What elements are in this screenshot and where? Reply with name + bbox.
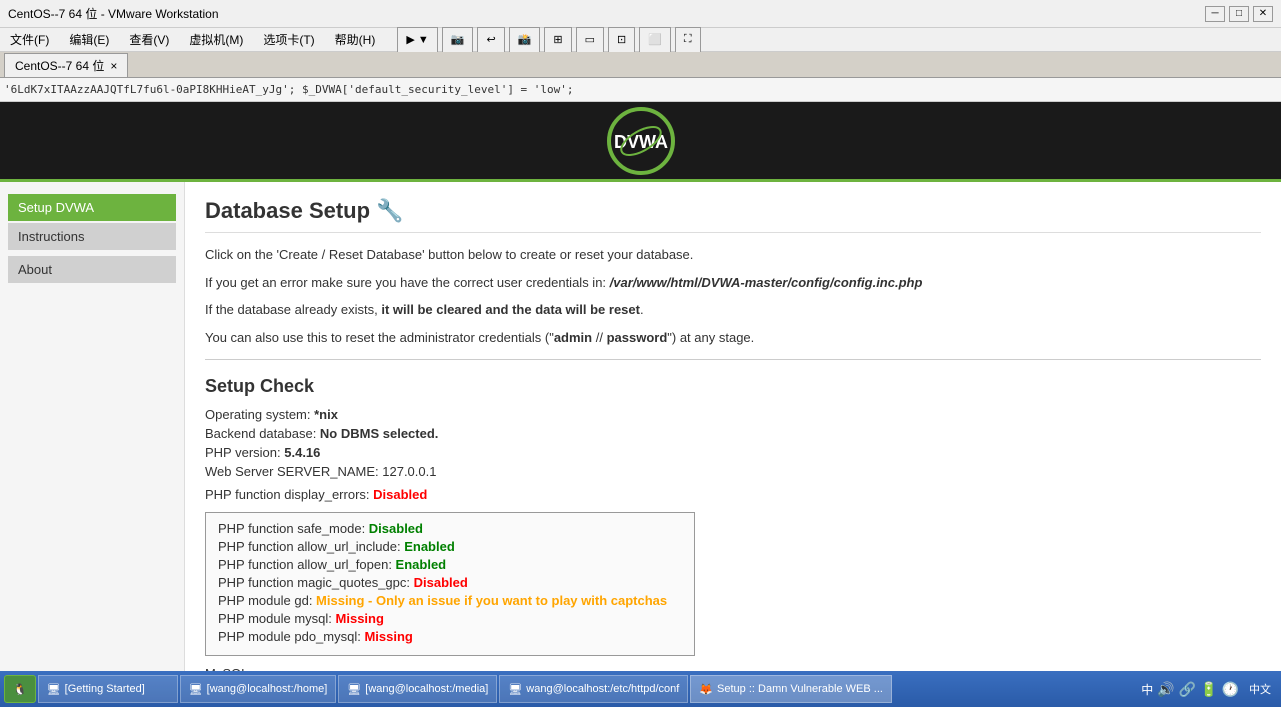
toolbar-view1[interactable]: ⊞ <box>544 27 571 53</box>
address-bar: '6LdK7xITAAzzAAJQTfL7fu6l-0aPI8KHHieAT_y… <box>0 78 1281 102</box>
tab-label: CentOS--7 64 位 <box>15 57 104 74</box>
menu-help[interactable]: 帮助(H) <box>329 29 382 50</box>
taskbar-item-1[interactable]: 🖥 [wang@localhost:/home] <box>180 675 337 703</box>
network-icon: 🔗 <box>1179 681 1196 698</box>
dvwa-header: DVWA <box>0 102 1281 182</box>
toolbar-power[interactable]: ▶ ▼ <box>397 27 437 53</box>
check-box: PHP function safe_mode: Disabled PHP fun… <box>205 512 695 656</box>
terminal-icon-1: 🖥 <box>189 683 203 696</box>
desc2: If you get an error make sure you have t… <box>205 273 1261 293</box>
firefox-icon: 🦊 <box>699 683 713 696</box>
check-pdo-mysql: PHP module pdo_mysql: Missing <box>218 629 682 644</box>
sidebar-setup-dvwa[interactable]: Setup DVWA <box>8 194 176 221</box>
desc4: You can also use this to reset the admin… <box>205 328 1261 348</box>
desc1: Click on the 'Create / Reset Database' b… <box>205 245 1261 265</box>
menu-edit[interactable]: 编辑(E) <box>63 29 115 50</box>
vm-tab[interactable]: CentOS--7 64 位 × <box>4 53 128 77</box>
terminal-icon-2: 🖥 <box>347 683 361 696</box>
minimize-button[interactable]: ─ <box>1205 6 1225 22</box>
taskbar-item-0[interactable]: 🖥 [Getting Started] <box>38 675 178 703</box>
taskbar-item-4[interactable]: 🦊 Setup :: Damn Vulnerable WEB ... <box>690 675 892 703</box>
tab-bar: CentOS--7 64 位 × <box>0 52 1281 78</box>
taskbar-item-2[interactable]: 🖥 [wang@localhost:/media] <box>338 675 497 703</box>
browser-content: DVWA Setup DVWA Instructions About Datab… <box>0 102 1281 671</box>
check-magic-quotes: PHP function magic_quotes_gpc: Disabled <box>218 575 682 590</box>
toolbar-view3[interactable]: ⊡ <box>608 27 635 53</box>
sidebar-about[interactable]: About <box>8 256 176 283</box>
menu-tabs[interactable]: 选项卡(T) <box>257 29 320 50</box>
toolbar-snap2[interactable]: 📸 <box>509 27 541 53</box>
check-db: Backend database: No DBMS selected. <box>205 426 1261 441</box>
taskbar-time: 中文 <box>1243 681 1277 697</box>
dvwa-main: Database Setup 🔧 Click on the 'Create / … <box>185 182 1281 671</box>
check-allow-url-fopen: PHP function allow_url_fopen: Enabled <box>218 557 682 572</box>
check-mysql: PHP module mysql: Missing <box>218 611 682 626</box>
battery-icon: 🔋 <box>1200 681 1217 698</box>
title-bar: CentOS--7 64 位 - VMware Workstation ─ □ … <box>0 0 1281 28</box>
desc3: If the database already exists, it will … <box>205 300 1261 320</box>
check-display-errors: PHP function display_errors: Disabled <box>205 487 1261 502</box>
menu-bar: 文件(F) 编辑(E) 查看(V) 虚拟机(M) 选项卡(T) 帮助(H) ▶ … <box>0 28 1281 52</box>
address-text: '6LdK7xITAAzzAAJQTfL7fu6l-0aPI8KHHieAT_y… <box>4 83 574 96</box>
check-allow-url-include: PHP function allow_url_include: Enabled <box>218 539 682 554</box>
vmware-window: CentOS--7 64 位 - VMware Workstation ─ □ … <box>0 0 1281 707</box>
menu-view[interactable]: 查看(V) <box>123 29 175 50</box>
taskbar-system-icons: 中 🔊 🔗 🔋 🕐 中文 <box>1141 681 1277 698</box>
toolbar-revert[interactable]: ↩ <box>477 27 504 53</box>
check-php: PHP version: 5.4.16 <box>205 445 1261 460</box>
toolbar-view2[interactable]: ▭ <box>576 27 604 53</box>
start-icon: 🐧 <box>13 683 27 696</box>
check-gd: PHP module gd: Missing - Only an issue i… <box>218 593 682 608</box>
terminal-icon-3: 🖥 <box>508 683 522 696</box>
setup-check-section: Operating system: *nix Backend database:… <box>205 407 1261 671</box>
check-safe-mode: PHP function safe_mode: Disabled <box>218 521 682 536</box>
window-title: CentOS--7 64 位 - VMware Workstation <box>8 5 1205 22</box>
toolbar-fullscreen[interactable]: ⛶ <box>675 27 701 53</box>
close-button[interactable]: ✕ <box>1253 6 1273 22</box>
clock-icon: 🕐 <box>1222 681 1239 698</box>
terminal-icon-0: 🖥 <box>47 683 61 696</box>
dvwa-logo: DVWA <box>606 106 676 176</box>
menu-file[interactable]: 文件(F) <box>4 29 55 50</box>
window-controls: ─ □ ✕ <box>1205 6 1273 22</box>
dvwa-sidebar: Setup DVWA Instructions About <box>0 182 185 671</box>
maximize-button[interactable]: □ <box>1229 6 1249 22</box>
menu-vm[interactable]: 虚拟机(M) <box>183 29 249 50</box>
tab-close-icon[interactable]: × <box>110 59 117 73</box>
dvwa-body: Setup DVWA Instructions About Database S… <box>0 182 1281 671</box>
taskbar: 🐧 🖥 [Getting Started] 🖥 [wang@localhost:… <box>0 671 1281 707</box>
taskbar-item-3[interactable]: 🖥 wang@localhost:/etc/httpd/conf <box>499 675 688 703</box>
input-method-icon: 中 <box>1141 681 1153 698</box>
check-server: Web Server SERVER_NAME: 127.0.0.1 <box>205 464 1261 479</box>
setup-check-title: Setup Check <box>205 376 1261 397</box>
sidebar-instructions[interactable]: Instructions <box>8 223 176 250</box>
toolbar-snapshot[interactable]: 📷 <box>442 27 474 53</box>
start-button[interactable]: 🐧 <box>4 675 36 703</box>
page-title: Database Setup 🔧 <box>205 198 1261 233</box>
toolbar-view4[interactable]: ⬜ <box>639 27 671 53</box>
volume-icon: 🔊 <box>1157 681 1174 698</box>
check-os: Operating system: *nix <box>205 407 1261 422</box>
